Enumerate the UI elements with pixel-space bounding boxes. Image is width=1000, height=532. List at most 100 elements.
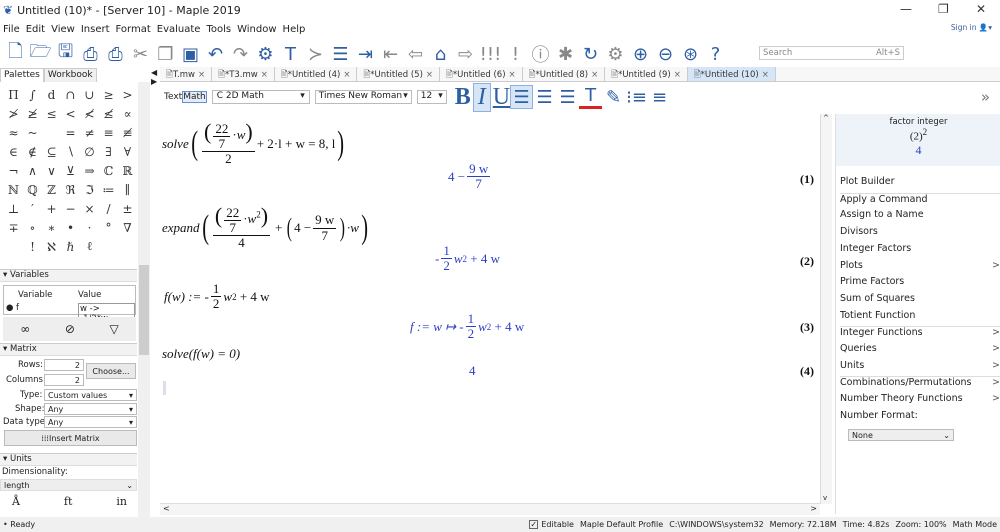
palette-symbol[interactable]: ≥ bbox=[99, 85, 118, 104]
palette-symbol[interactable]: ≤ bbox=[42, 104, 61, 123]
close-tab-icon[interactable]: × bbox=[261, 70, 268, 80]
palette-symbol[interactable]: ⊆ bbox=[42, 142, 61, 161]
palette-symbol[interactable]: ℵ bbox=[42, 237, 61, 256]
palette-symbol[interactable]: Π bbox=[4, 85, 23, 104]
document-area[interactable]: solve( (22 7 ·w) 2 + 2·l + w = 8, l) 4 − 9 … bbox=[160, 114, 820, 504]
close-button[interactable]: ✕ bbox=[976, 2, 986, 16]
variables-header[interactable]: ▾ Variables bbox=[0, 269, 137, 282]
align-left-icon[interactable]: ☰ bbox=[510, 85, 534, 109]
context-item[interactable]: Integer Factors bbox=[840, 243, 1000, 254]
print-icon[interactable]: ⎙ bbox=[79, 42, 102, 66]
palette-symbol[interactable]: < bbox=[61, 104, 80, 123]
context-item[interactable]: Combinations/Permutations > bbox=[840, 376, 1000, 388]
menu-evaluate[interactable]: Evaluate bbox=[157, 24, 201, 35]
palette-symbol[interactable]: ℓ bbox=[80, 237, 99, 256]
palette-symbol[interactable]: ℏ bbox=[61, 237, 80, 256]
unit-ft[interactable]: ft bbox=[64, 495, 73, 508]
align-center-icon[interactable]: ☰ bbox=[533, 85, 556, 109]
rows-stepper[interactable]: 2 bbox=[44, 359, 84, 371]
highlight-icon[interactable]: ✎ bbox=[602, 85, 625, 109]
align-right-icon[interactable]: ☰ bbox=[556, 85, 579, 109]
menu-insert[interactable]: Insert bbox=[81, 24, 110, 35]
palette-symbol[interactable]: × bbox=[80, 199, 99, 218]
editable-checkbox[interactable]: ✓ bbox=[529, 520, 539, 529]
palette-symbol[interactable]: ! bbox=[23, 237, 42, 256]
palette-symbol[interactable]: ∀ bbox=[118, 142, 137, 161]
context-item[interactable]: Queries > bbox=[840, 343, 1000, 354]
cursor-prompt[interactable] bbox=[163, 381, 166, 395]
outdent-icon[interactable]: ⇤ bbox=[379, 42, 402, 66]
stop-icon[interactable]: ⓘ bbox=[529, 42, 552, 66]
context-item[interactable]: Number Theory Functions > bbox=[840, 393, 1000, 404]
font-size-select[interactable]: 12 ▾ bbox=[416, 90, 447, 104]
palette-symbol[interactable]: ∗ bbox=[42, 218, 61, 237]
sign-in-link[interactable]: Sign in 👤▾ bbox=[951, 23, 992, 32]
input-4[interactable]: solve(f(w) = 0) bbox=[162, 346, 240, 362]
expand-toolbar-icon[interactable]: » bbox=[981, 88, 990, 106]
palette-symbol[interactable]: ± bbox=[118, 199, 137, 218]
context-item[interactable]: Sum of Squares bbox=[840, 293, 1000, 304]
unit-in[interactable]: in bbox=[116, 495, 127, 508]
hide-icon[interactable]: ⊘ bbox=[65, 322, 75, 336]
document-vertical-scrollbar[interactable]: ^ v bbox=[820, 114, 832, 504]
palette-symbol[interactable]: / bbox=[99, 199, 118, 218]
bold-button[interactable]: B bbox=[455, 84, 471, 111]
palette-symbol[interactable]: ≡ bbox=[99, 123, 118, 142]
context-item[interactable]: Assign to a Name bbox=[840, 209, 1000, 220]
bullet-list-icon[interactable]: ⁝≡ bbox=[625, 85, 648, 109]
italic-button[interactable]: I bbox=[472, 82, 491, 112]
palette-symbol[interactable]: ≈ bbox=[4, 123, 23, 142]
debug-icon[interactable]: ✱ bbox=[554, 42, 577, 66]
close-tab-icon[interactable]: × bbox=[591, 70, 598, 80]
insert-math-icon[interactable]: ⚙ bbox=[254, 42, 277, 66]
new-document-icon[interactable]: 🗋 bbox=[4, 41, 27, 66]
close-tab-icon[interactable]: × bbox=[762, 70, 769, 80]
context-item[interactable]: Plots > bbox=[840, 260, 1000, 271]
execution-group-icon[interactable]: ≻ bbox=[304, 42, 327, 66]
doc-tab[interactable]: 🖹*Untitled (8) × bbox=[523, 67, 606, 81]
palette-symbol[interactable]: ℕ bbox=[4, 180, 23, 199]
settings-icon[interactable]: ⚙ bbox=[604, 42, 627, 66]
menu-edit[interactable]: Edit bbox=[26, 24, 45, 35]
context-item[interactable]: Totient Function bbox=[840, 310, 1000, 321]
filter-icon[interactable]: ▽ bbox=[109, 322, 118, 336]
doc-tab[interactable]: 🖹*T3.mw × bbox=[212, 67, 275, 81]
print-preview-icon[interactable]: ⎙ bbox=[104, 42, 127, 66]
palette-symbol[interactable]: ≔ bbox=[99, 180, 118, 199]
minimize-button[interactable]: — bbox=[900, 2, 912, 16]
close-tab-icon[interactable]: × bbox=[198, 70, 205, 80]
palette-symbol[interactable]: ¬ bbox=[4, 161, 23, 180]
context-item[interactable]: Units > bbox=[840, 360, 1000, 371]
palette-symbol[interactable]: ℜ bbox=[61, 180, 80, 199]
palette-symbol[interactable]: ℑ bbox=[80, 180, 99, 199]
palette-symbol[interactable]: ∇ bbox=[118, 218, 137, 237]
context-item[interactable]: Prime Factors bbox=[840, 276, 1000, 287]
close-tab-icon[interactable]: × bbox=[509, 70, 516, 80]
zoom-fit-icon[interactable]: ⊛ bbox=[679, 42, 702, 66]
palette-symbol[interactable]: + bbox=[42, 199, 61, 218]
execute-icon[interactable]: ! bbox=[504, 42, 527, 66]
palette-symbol[interactable]: ≯ bbox=[4, 104, 23, 123]
shape-select[interactable]: Any ▾ bbox=[44, 403, 137, 415]
palette-symbol[interactable]: d bbox=[42, 85, 61, 104]
palette-symbol[interactable]: ≱ bbox=[23, 104, 42, 123]
palette-symbol[interactable]: · bbox=[80, 218, 99, 237]
insert-section-icon[interactable]: ☰ bbox=[329, 42, 352, 66]
glasses-icon[interactable]: ∞ bbox=[20, 322, 30, 336]
palette-symbol[interactable]: ⊻ bbox=[61, 161, 80, 180]
palette-symbol[interactable]: ∃ bbox=[99, 142, 118, 161]
palette-symbol[interactable]: ∖ bbox=[61, 142, 80, 161]
zoom-out-icon[interactable]: ⊖ bbox=[654, 42, 677, 66]
cut-icon[interactable]: ✂ bbox=[129, 42, 152, 66]
col-value[interactable]: Value bbox=[78, 290, 101, 300]
indent-icon[interactable]: ⇥ bbox=[354, 42, 377, 66]
menu-window[interactable]: Window bbox=[237, 24, 276, 35]
palette-symbol[interactable]: ∉ bbox=[23, 142, 42, 161]
numbered-list-icon[interactable]: ≡ bbox=[648, 85, 671, 109]
number-format-select[interactable]: None ⌄ bbox=[848, 429, 954, 441]
context-item[interactable]: Plot Builder bbox=[840, 176, 1000, 187]
palette-symbol[interactable]: ≠ bbox=[80, 123, 99, 142]
palette-symbol[interactable]: ℂ bbox=[99, 161, 118, 180]
close-tab-icon[interactable]: × bbox=[426, 70, 433, 80]
choose-button[interactable]: Choose... bbox=[86, 363, 136, 379]
